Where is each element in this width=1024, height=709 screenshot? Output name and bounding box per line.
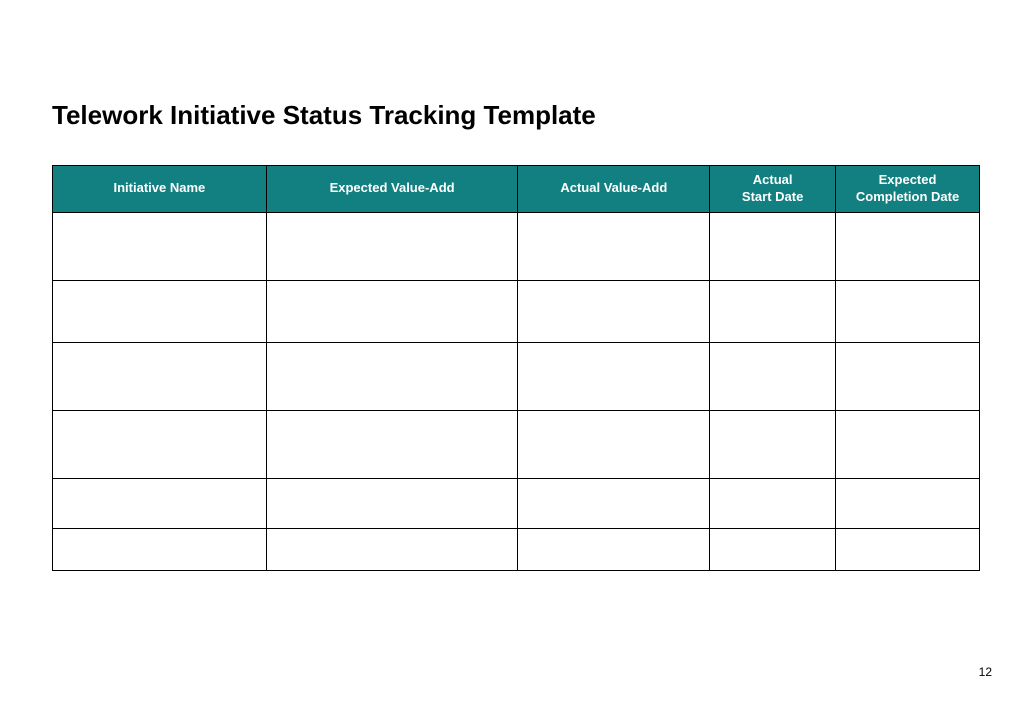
cell-initiative-name [53, 410, 267, 478]
header-actual-value-add: Actual Value-Add [518, 166, 710, 213]
table-row [53, 342, 980, 410]
cell-expected-value-add [266, 528, 518, 570]
cell-expected-value-add [266, 280, 518, 342]
cell-initiative-name [53, 342, 267, 410]
table-row [53, 528, 980, 570]
table-row [53, 410, 980, 478]
cell-actual-value-add [518, 528, 710, 570]
cell-actual-start-date [710, 528, 836, 570]
header-expected-completion-date: ExpectedCompletion Date [836, 166, 980, 213]
table-row [53, 212, 980, 280]
cell-expected-completion-date [836, 212, 980, 280]
cell-expected-completion-date [836, 478, 980, 528]
status-table: Initiative Name Expected Value-Add Actua… [52, 165, 980, 571]
cell-expected-completion-date [836, 342, 980, 410]
cell-actual-start-date [710, 478, 836, 528]
cell-initiative-name [53, 280, 267, 342]
cell-initiative-name [53, 528, 267, 570]
cell-actual-value-add [518, 212, 710, 280]
cell-actual-start-date [710, 212, 836, 280]
header-actual-start-date: ActualStart Date [710, 166, 836, 213]
page-number: 12 [979, 665, 992, 679]
cell-expected-value-add [266, 410, 518, 478]
cell-actual-value-add [518, 280, 710, 342]
cell-expected-completion-date [836, 280, 980, 342]
cell-expected-value-add [266, 478, 518, 528]
status-table-container: Initiative Name Expected Value-Add Actua… [52, 165, 980, 571]
cell-expected-value-add [266, 212, 518, 280]
header-expected-value-add: Expected Value-Add [266, 166, 518, 213]
page-title: Telework Initiative Status Tracking Temp… [52, 100, 596, 131]
cell-expected-value-add [266, 342, 518, 410]
table-header-row: Initiative Name Expected Value-Add Actua… [53, 166, 980, 213]
cell-actual-value-add [518, 410, 710, 478]
cell-expected-completion-date [836, 410, 980, 478]
table-row [53, 280, 980, 342]
cell-expected-completion-date [836, 528, 980, 570]
cell-actual-start-date [710, 342, 836, 410]
cell-initiative-name [53, 212, 267, 280]
table-row [53, 478, 980, 528]
cell-actual-start-date [710, 410, 836, 478]
cell-actual-value-add [518, 478, 710, 528]
cell-actual-value-add [518, 342, 710, 410]
cell-initiative-name [53, 478, 267, 528]
header-initiative-name: Initiative Name [53, 166, 267, 213]
cell-actual-start-date [710, 280, 836, 342]
